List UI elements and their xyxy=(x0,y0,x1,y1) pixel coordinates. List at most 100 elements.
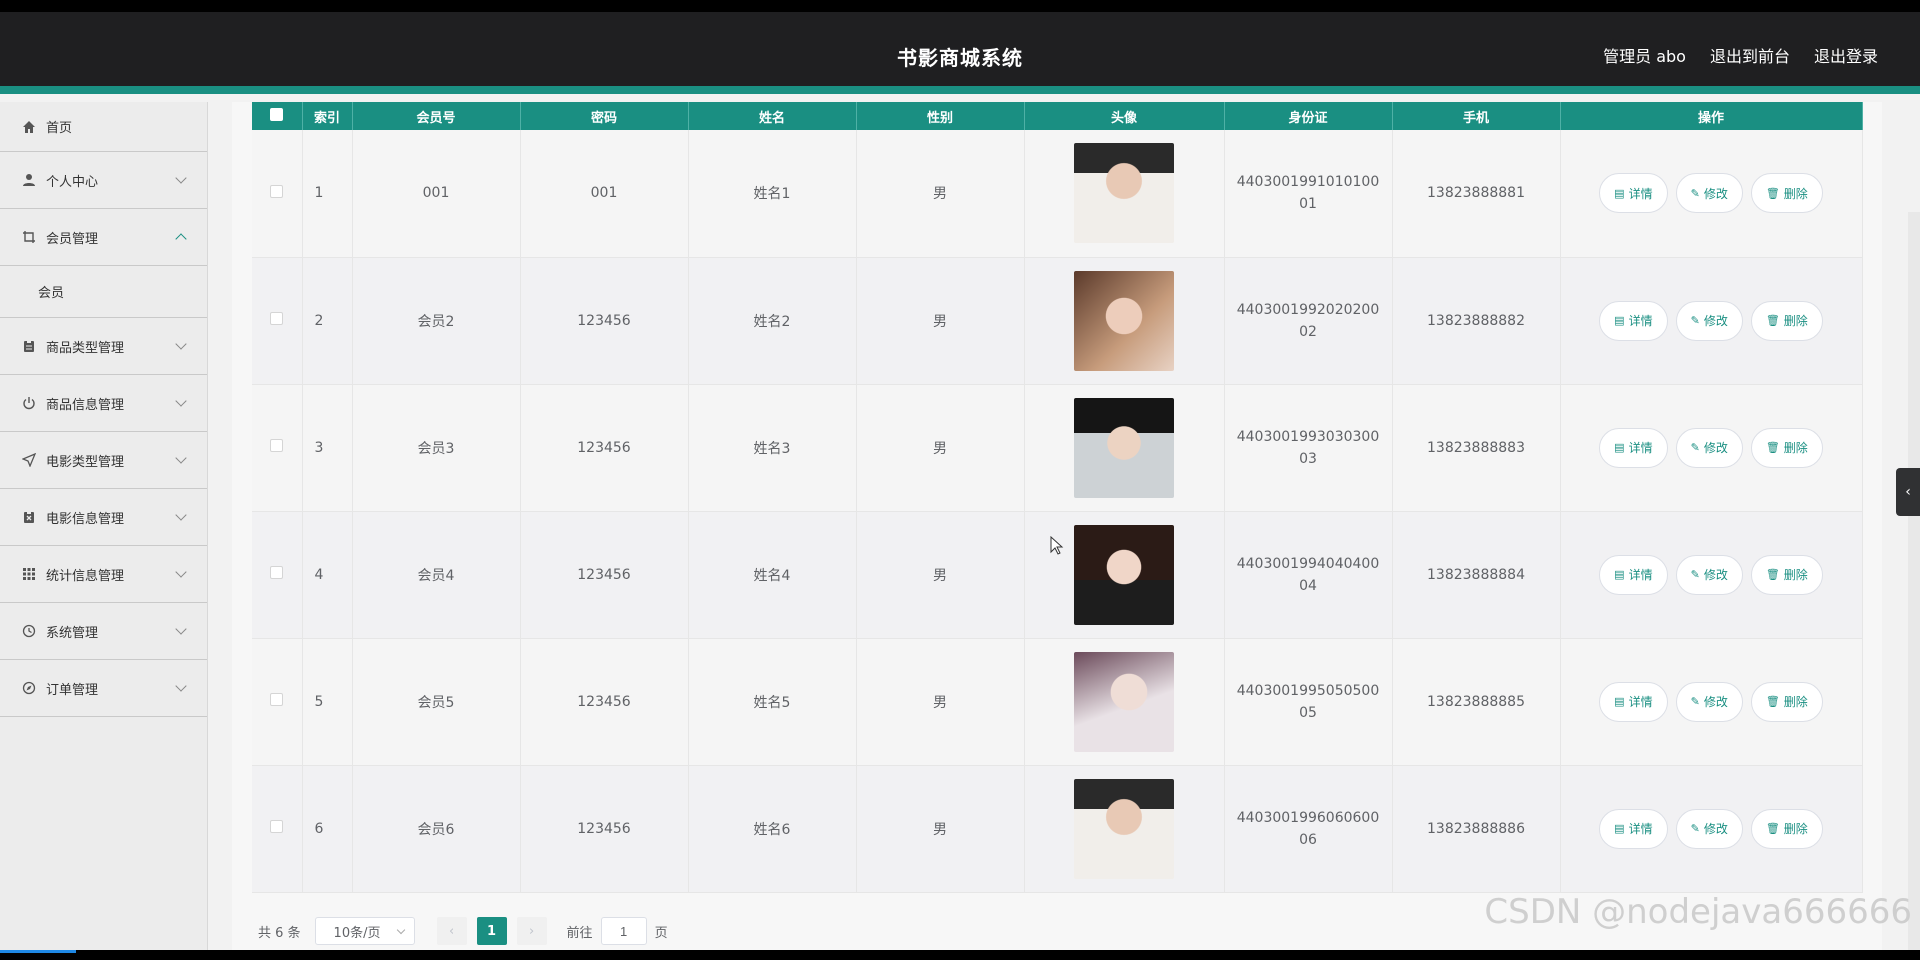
detail-button[interactable]: ▤ 详情 xyxy=(1599,808,1668,849)
row-checkbox[interactable] xyxy=(270,566,284,579)
row-checkbox[interactable] xyxy=(270,184,284,198)
row-select-cell[interactable] xyxy=(252,130,303,258)
avatar-cell xyxy=(1024,511,1225,639)
id-card-cell: 440300199404040004 xyxy=(1224,511,1393,639)
delete-button[interactable]: 🗑 删除 xyxy=(1750,173,1823,214)
row-select-cell[interactable] xyxy=(252,257,303,385)
avatar-cell xyxy=(1024,384,1225,512)
sidebar-item-personal-center[interactable]: 个人中心 xyxy=(0,152,207,209)
sidebar-item-orders[interactable]: 订单管理 xyxy=(0,660,207,717)
sidebar-subitem-member[interactable]: 会员 xyxy=(0,266,207,318)
trash-icon: 🗑 xyxy=(1765,186,1780,200)
row-select-cell[interactable] xyxy=(252,765,303,893)
trash-icon: 🗑 xyxy=(1765,822,1780,835)
goto-page: 前往 页 xyxy=(567,917,668,945)
sidebar-item-system[interactable]: 系统管理 xyxy=(0,603,207,660)
name-cell: 姓名5 xyxy=(688,638,857,766)
next-page-button[interactable]: › xyxy=(516,917,547,945)
edit-button[interactable]: ✎ 修改 xyxy=(1675,808,1743,849)
edit-button[interactable]: ✎ 修改 xyxy=(1675,554,1743,595)
password-cell: 123456 xyxy=(520,638,689,766)
id-card-cell: 440300199505050005 xyxy=(1224,638,1393,766)
row-select-cell[interactable] xyxy=(252,384,303,512)
select-all-cell[interactable] xyxy=(252,102,303,130)
member-no-cell: 001 xyxy=(352,130,521,258)
row-checkbox[interactable] xyxy=(270,693,284,706)
sidebar-item-product-info[interactable]: 商品信息管理 xyxy=(0,375,207,432)
actions-cell: ▤ 详情 ✎ 修改 🗑 删除 xyxy=(1560,384,1863,512)
delete-button[interactable]: 🗑 删除 xyxy=(1750,554,1823,595)
detail-button[interactable]: ▤ 详情 xyxy=(1599,554,1668,595)
edit-button[interactable]: ✎ 修改 xyxy=(1675,427,1743,468)
detail-label: 详情 xyxy=(1628,568,1653,582)
scrollbar[interactable] xyxy=(1908,212,1920,950)
row-checkbox[interactable] xyxy=(270,820,284,833)
id-card-value: 440300199404040004 xyxy=(1236,555,1380,594)
index-cell: 3 xyxy=(302,384,353,512)
chevron-left-icon: ‹ xyxy=(1905,484,1911,500)
column-header: 操作 xyxy=(1560,102,1863,130)
exit-to-frontend-link[interactable]: 退出到前台 xyxy=(1710,43,1790,67)
detail-button[interactable]: ▤ 详情 xyxy=(1599,427,1668,468)
select-all-checkbox[interactable] xyxy=(270,107,284,121)
delete-button[interactable]: 🗑 删除 xyxy=(1750,808,1823,849)
delete-label: 删除 xyxy=(1783,568,1808,582)
pagination: 共 6 条 10条/页 ‹ 1 › 前往 页 xyxy=(258,916,668,946)
delete-label: 删除 xyxy=(1783,186,1808,201)
row-select-cell[interactable] xyxy=(252,638,303,766)
clipboard-icon xyxy=(20,337,38,355)
row-checkbox[interactable] xyxy=(270,439,284,452)
delete-button[interactable]: 🗑 删除 xyxy=(1750,300,1823,341)
detail-label: 详情 xyxy=(1628,441,1653,455)
actions-cell: ▤ 详情 ✎ 修改 🗑 删除 xyxy=(1560,638,1863,766)
sidebar-item-label: 统计信息管理 xyxy=(46,568,125,584)
edit-icon: ✎ xyxy=(1690,441,1700,454)
sidebar-item-home[interactable]: 首页 xyxy=(0,102,207,152)
row-select-cell[interactable] xyxy=(252,511,303,639)
edit-label: 修改 xyxy=(1703,822,1728,836)
edit-button[interactable]: ✎ 修改 xyxy=(1675,681,1743,722)
phone-cell: 13823888883 xyxy=(1392,384,1561,512)
password-cell: 123456 xyxy=(520,257,689,385)
sidebar-item-statistics[interactable]: 统计信息管理 xyxy=(0,546,207,603)
sidebar-item-member-management[interactable]: 会员管理 xyxy=(0,209,207,266)
sidebar-item-movie-info[interactable]: 电影信息管理 xyxy=(0,489,207,546)
page-number-button[interactable]: 1 xyxy=(476,917,507,945)
delete-button[interactable]: 🗑 删除 xyxy=(1750,427,1823,468)
sidebar-item-product-type[interactable]: 商品类型管理 xyxy=(0,318,207,375)
prev-page-button[interactable]: ‹ xyxy=(436,917,467,945)
index-cell: 4 xyxy=(302,511,353,639)
page-size-select[interactable]: 10条/页 xyxy=(314,917,415,945)
edit-icon: ✎ xyxy=(1690,822,1700,835)
goto-page-input[interactable] xyxy=(600,917,647,945)
column-header: 身份证 xyxy=(1224,102,1393,130)
row-checkbox[interactable] xyxy=(270,312,284,325)
edit-button[interactable]: ✎ 修改 xyxy=(1675,173,1743,214)
detail-button[interactable]: ▤ 详情 xyxy=(1599,173,1668,214)
gender-cell: 男 xyxy=(856,511,1025,639)
table-row: 2 会员2 123456 姓名2 男 440300199202020002 13… xyxy=(252,257,1863,385)
edit-button[interactable]: ✎ 修改 xyxy=(1675,300,1743,341)
avatar xyxy=(1074,143,1174,244)
sidebar-item-movie-type[interactable]: 电影类型管理 xyxy=(0,432,207,489)
delete-button[interactable]: 🗑 删除 xyxy=(1750,681,1823,722)
crop-icon xyxy=(20,228,38,246)
clock-icon xyxy=(20,622,38,640)
chevron-down-icon xyxy=(175,452,187,464)
main-content: 索引 会员号 密码 姓名 性别 头像 身份证 手机 操作 1 001 001 姓… xyxy=(232,102,1882,950)
detail-button[interactable]: ▤ 详情 xyxy=(1599,300,1668,341)
column-header: 索引 xyxy=(302,102,353,130)
send-icon xyxy=(20,451,38,469)
document-icon: ▤ xyxy=(1614,441,1625,454)
table-row: 5 会员5 123456 姓名5 男 440300199505050005 13… xyxy=(252,638,1863,766)
sidebar-item-label: 商品信息管理 xyxy=(46,397,125,413)
admin-user-link[interactable]: 管理员 abo xyxy=(1603,43,1686,67)
column-header: 头像 xyxy=(1024,102,1225,130)
detail-button[interactable]: ▤ 详情 xyxy=(1599,681,1668,722)
chevron-down-icon xyxy=(175,509,187,521)
logout-link[interactable]: 退出登录 xyxy=(1814,43,1878,67)
gender-cell: 男 xyxy=(856,257,1025,385)
header-links: 管理员 abo 退出到前台 退出登录 xyxy=(1603,43,1878,67)
actions-cell: ▤ 详情 ✎ 修改 🗑 删除 xyxy=(1560,765,1863,893)
collapse-panel-button[interactable]: ‹ xyxy=(1896,468,1920,516)
